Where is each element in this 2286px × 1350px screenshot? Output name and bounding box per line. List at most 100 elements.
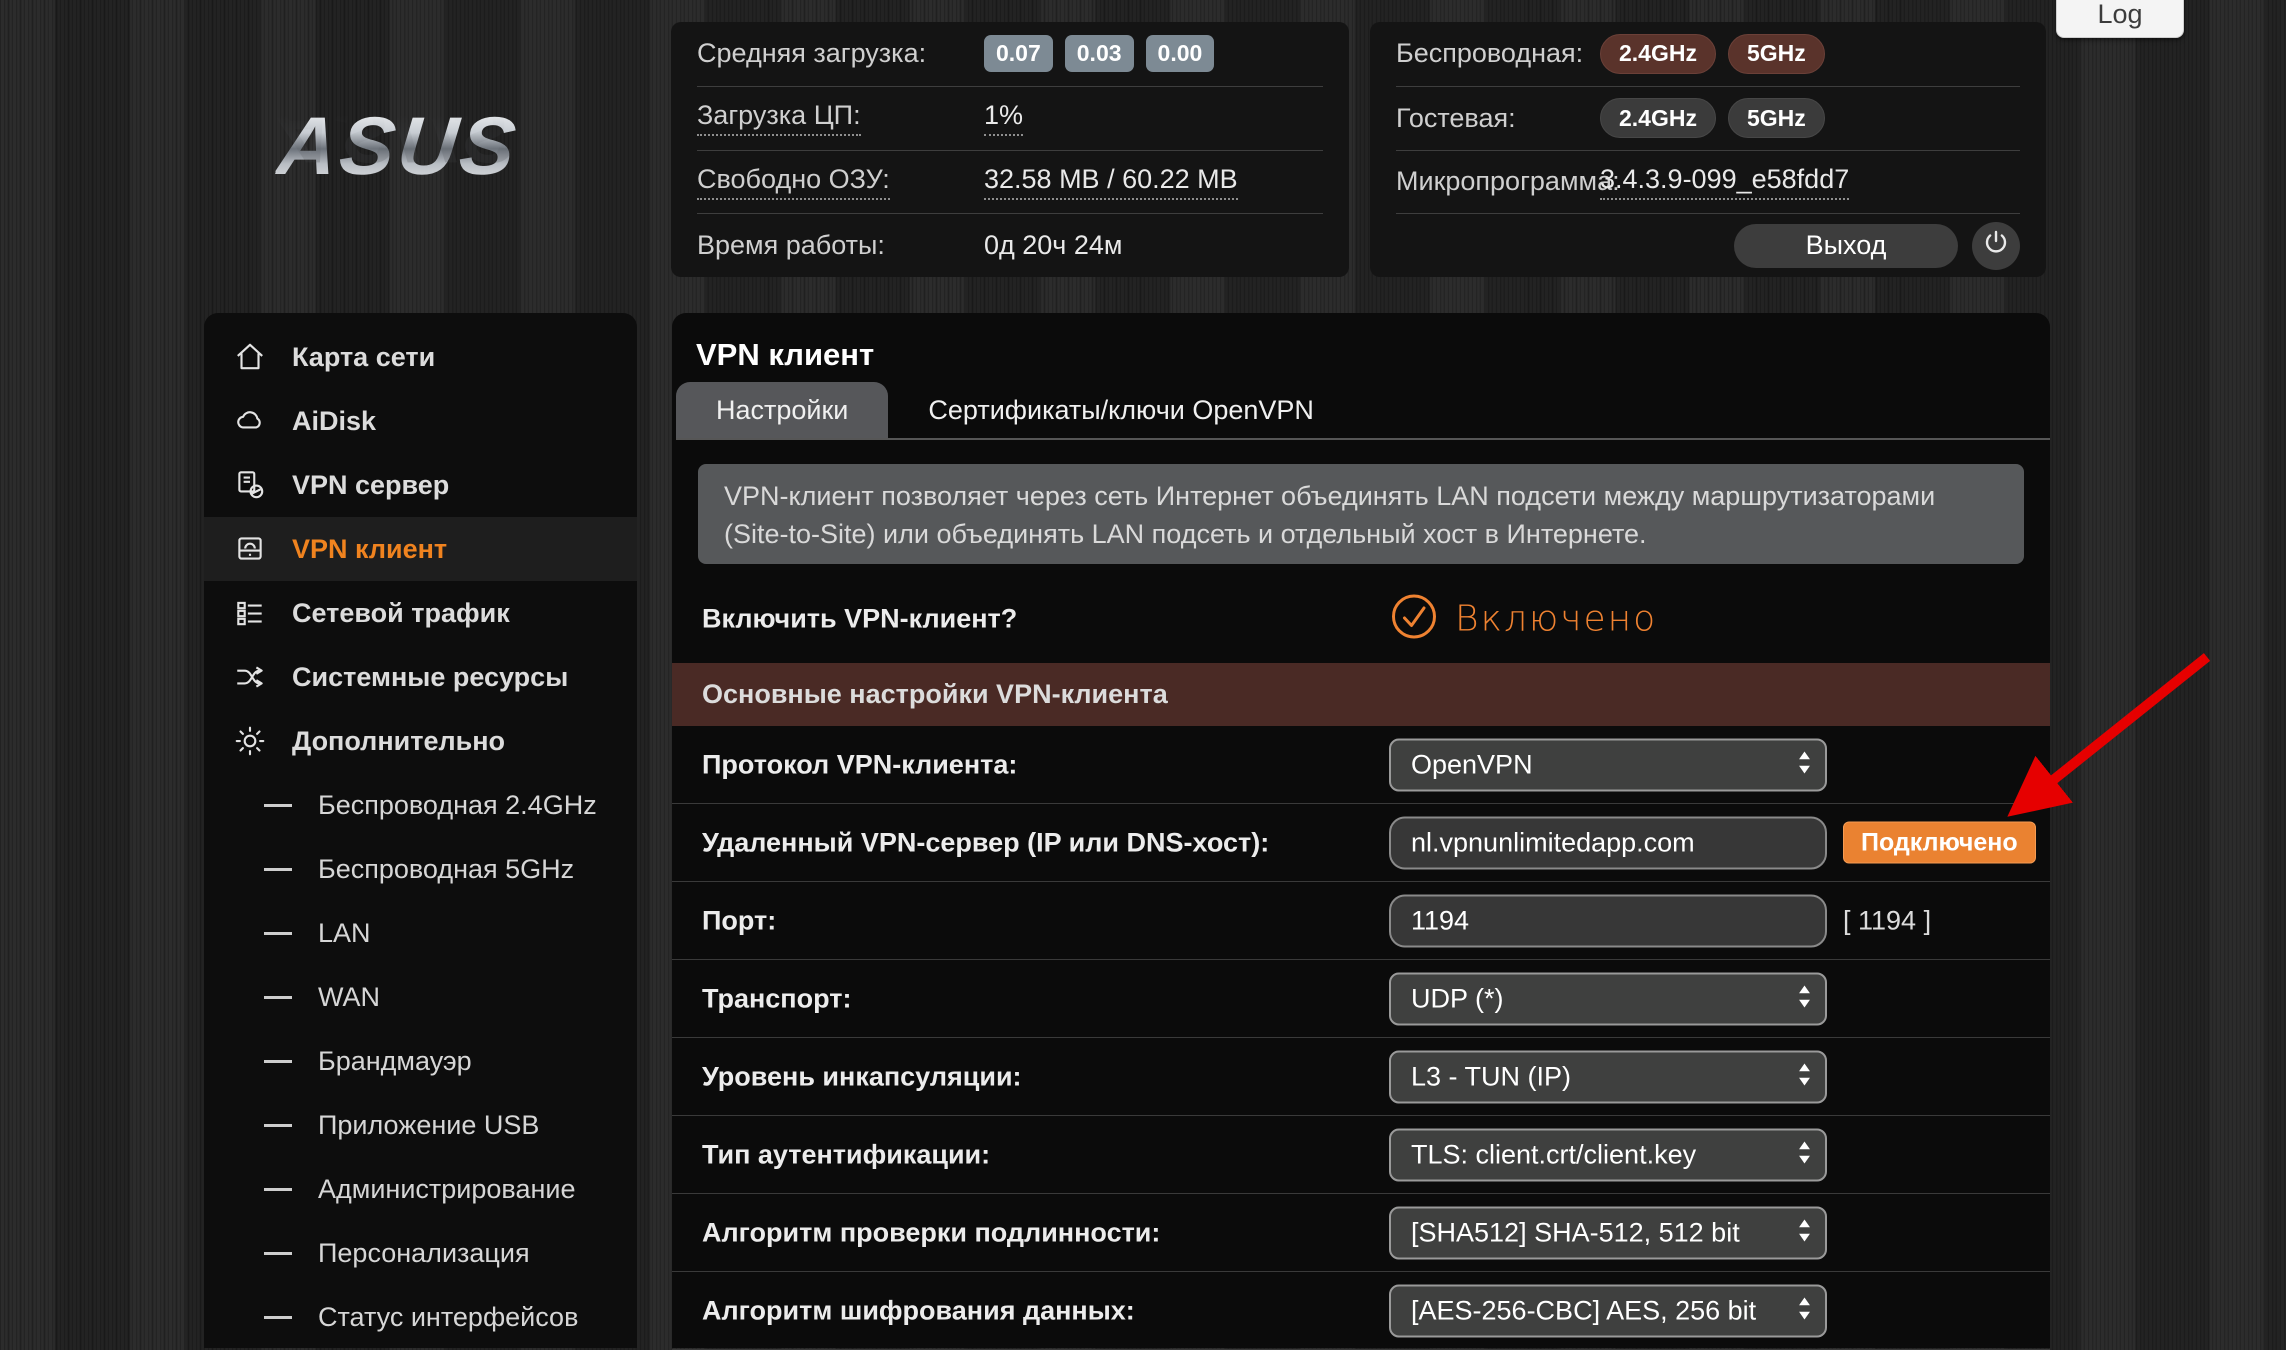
sidebar-subitem-wireless-24[interactable]: Беспроводная 2.4GHz (204, 773, 637, 837)
cipher-algorithm-select-value: [AES-256-CBC] AES, 256 bit (1411, 1295, 1756, 1326)
sidebar-item-vpn-client[interactable]: VPN клиент (204, 517, 637, 581)
sidebar-item-vpn-server[interactable]: VPN сервер (204, 453, 637, 517)
sidebar-item-label: Карта сети (292, 342, 435, 373)
shuffle-icon (230, 660, 270, 694)
dash-icon (264, 804, 292, 807)
power-icon (1982, 229, 2010, 262)
auth-type-label: Тип аутентификации: (702, 1139, 990, 1170)
cloud-icon (230, 404, 270, 438)
cpu-label[interactable]: Загрузка ЦП: (697, 100, 861, 136)
protocol-select[interactable]: OpenVPN (1389, 738, 1827, 791)
sidebar-subitem-label: Администрирование (318, 1174, 575, 1205)
cipher-algorithm-label: Алгоритм шифрования данных: (702, 1295, 1135, 1326)
log-button[interactable]: Log (2056, 0, 2184, 38)
wireless-row: Беспроводная: 2.4GHz 5GHz (1396, 22, 2020, 86)
sidebar-subitem-label: Статус интерфейсов (318, 1302, 578, 1333)
sidebar-item-network-traffic[interactable]: Сетевой трафик (204, 581, 637, 645)
sidebar-subitem-firewall[interactable]: Брандмауэр (204, 1029, 637, 1093)
sidebar-subitem-label: Персонализация (318, 1238, 530, 1269)
guest-row: Гостевая: 2.4GHz 5GHz (1396, 86, 2020, 150)
select-stepper-icon (1798, 1139, 1811, 1170)
sidebar-subitem-label: Приложение USB (318, 1110, 539, 1141)
encapsulation-select-value: L3 - TUN (IP) (1411, 1061, 1571, 1092)
wireless-panel: Беспроводная: 2.4GHz 5GHz Гостевая: 2.4G… (1370, 22, 2046, 277)
asus-logo: ASUS ASUS (278, 100, 598, 274)
select-stepper-icon (1798, 1295, 1811, 1326)
uptime-value: 0д 20ч 24м (984, 230, 1122, 261)
remote-server-row: Удаленный VPN-сервер (IP или DNS-хост): … (672, 804, 2050, 882)
logout-button[interactable]: Выход (1734, 224, 1958, 268)
home-icon (230, 340, 270, 374)
ram-label[interactable]: Свободно ОЗУ: (697, 164, 890, 200)
sidebar-item-advanced[interactable]: Дополнительно (204, 709, 637, 773)
sidebar-subitem-interface-status[interactable]: Статус интерфейсов (204, 1285, 637, 1349)
remote-server-label: Удаленный VPN-сервер (IP или DNS-хост): (702, 827, 1269, 858)
guest-5ghz-pill[interactable]: 5GHz (1728, 98, 1825, 138)
enabled-check-icon[interactable] (1389, 592, 1439, 647)
sidebar-subitem-label: LAN (318, 918, 371, 949)
sidebar-item-label: AiDisk (292, 406, 376, 437)
basic-settings-section-header: Основные настройки VPN-клиента (672, 663, 2050, 726)
sidebar-subitem-lan[interactable]: LAN (204, 901, 637, 965)
sidebar-item-network-map[interactable]: Карта сети (204, 325, 637, 389)
uptime-label: Время работы: (697, 230, 885, 261)
sidebar-subitem-wan[interactable]: WAN (204, 965, 637, 1029)
sidebar-subitem-label: Брандмауэр (318, 1046, 472, 1077)
hmac-algorithm-row: Алгоритм проверки подлинности: [SHA512] … (672, 1194, 2050, 1272)
traffic-icon (230, 596, 270, 630)
select-stepper-icon (1798, 749, 1811, 780)
load-average-row: Средняя загрузка: 0.07 0.03 0.00 (697, 22, 1323, 86)
guest-24ghz-pill[interactable]: 2.4GHz (1600, 98, 1716, 138)
firmware-row: Микропрограмма: 3.4.3.9-099_e58fdd7 (1396, 150, 2020, 214)
firmware-version-link[interactable]: 3.4.3.9-099_e58fdd7 (1600, 164, 1849, 200)
enable-status-text: Включено (1455, 599, 1657, 640)
dash-icon (264, 1060, 292, 1063)
dash-icon (264, 932, 292, 935)
transport-row: Транспорт: UDP (*) (672, 960, 2050, 1038)
remote-server-input[interactable] (1389, 816, 1827, 869)
enable-vpn-row: Включить VPN-клиент? Включено (672, 575, 2050, 663)
sidebar-subitem-personalization[interactable]: Персонализация (204, 1221, 637, 1285)
sidebar-subitem-label: Беспроводная 2.4GHz (318, 790, 597, 821)
select-stepper-icon (1798, 983, 1811, 1014)
system-stats-panel: Средняя загрузка: 0.07 0.03 0.00 Загрузк… (671, 22, 1349, 277)
dash-icon (264, 1252, 292, 1255)
encapsulation-label: Уровень инкапсуляции: (702, 1061, 1022, 1092)
connected-button[interactable]: Подключено (1843, 822, 2036, 864)
wireless-5ghz-pill[interactable]: 5GHz (1728, 34, 1825, 74)
guest-label: Гостевая: (1396, 103, 1516, 134)
load-15min-badge: 0.00 (1146, 35, 1215, 72)
sidebar-subitem-label: Беспроводная 5GHz (318, 854, 574, 885)
vpn-server-icon (230, 468, 270, 502)
auth-type-select[interactable]: TLS: client.crt/client.key (1389, 1128, 1827, 1181)
sidebar-item-aidisk[interactable]: AiDisk (204, 389, 637, 453)
cipher-algorithm-select[interactable]: [AES-256-CBC] AES, 256 bit (1389, 1284, 1827, 1337)
cpu-value[interactable]: 1% (984, 100, 1023, 136)
gear-icon (230, 724, 270, 758)
dash-icon (264, 996, 292, 999)
sidebar-item-system-resources[interactable]: Системные ресурсы (204, 645, 637, 709)
wireless-label: Беспроводная: (1396, 38, 1583, 69)
transport-label: Транспорт: (702, 983, 851, 1014)
encapsulation-select[interactable]: L3 - TUN (IP) (1389, 1050, 1827, 1103)
sidebar-nav: Карта сети AiDisk VPN сервер VPN клиент … (204, 313, 637, 1348)
sidebar-item-label: Сетевой трафик (292, 598, 510, 629)
port-row: Порт: [ 1194 ] (672, 882, 2050, 960)
sidebar-subitem-administration[interactable]: Администрирование (204, 1157, 637, 1221)
port-label: Порт: (702, 905, 776, 936)
select-stepper-icon (1798, 1217, 1811, 1248)
sidebar-subitem-label: WAN (318, 982, 380, 1013)
wireless-24ghz-pill[interactable]: 2.4GHz (1600, 34, 1716, 74)
uptime-row: Время работы: 0д 20ч 24м (697, 213, 1323, 277)
tab-certificates[interactable]: Сертификаты/ключи OpenVPN (888, 382, 1354, 438)
dash-icon (264, 868, 292, 871)
sidebar-subitem-wireless-5[interactable]: Беспроводная 5GHz (204, 837, 637, 901)
reboot-button[interactable] (1972, 222, 2020, 270)
tab-bar: Настройки Сертификаты/ключи OpenVPN (676, 382, 2050, 440)
sidebar-subitem-usb-app[interactable]: Приложение USB (204, 1093, 637, 1157)
hmac-algorithm-select[interactable]: [SHA512] SHA-512, 512 bit (1389, 1206, 1827, 1259)
tab-settings[interactable]: Настройки (676, 382, 888, 438)
transport-select[interactable]: UDP (*) (1389, 972, 1827, 1025)
ram-value[interactable]: 32.58 MB / 60.22 MB (984, 164, 1238, 200)
port-input[interactable] (1389, 894, 1827, 947)
